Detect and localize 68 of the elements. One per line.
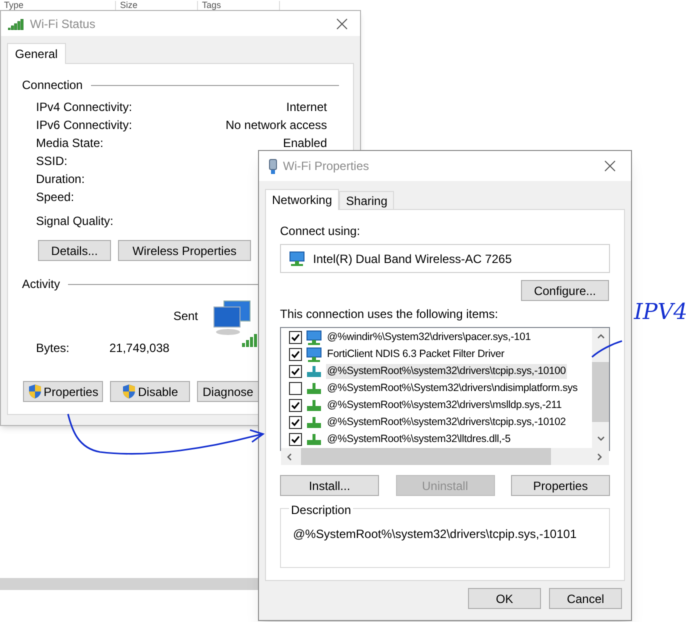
checkbox[interactable]: [289, 416, 302, 429]
window-title: Wi-Fi Status: [30, 16, 96, 32]
list-item[interactable]: @%SystemRoot%\System32\drivers\ndisimplatform.sys: [326, 380, 579, 396]
adapter-field: Intel(R) Dual Band Wireless-AC 7265: [280, 244, 610, 273]
list-item[interactable]: @%SystemRoot%\system32\drivers\mslldp.sys,-211: [326, 398, 563, 414]
button[interactable]: Cancel: [549, 588, 622, 609]
list-item[interactable]: @%windir%\System32\drivers\pacer.sys,-101: [326, 330, 532, 346]
checkbox[interactable]: [289, 331, 302, 344]
protocol-icon: [307, 417, 321, 428]
list-item[interactable]: @%SystemRoot%\system32\drivers\tcpip.sys,-10100: [326, 364, 567, 380]
button[interactable]: Properties: [23, 381, 103, 402]
sent-label: Sent: [173, 308, 198, 325]
signal-icon: [8, 18, 24, 30]
field-value: Enabled: [282, 135, 327, 152]
field-label: IPv4 Connectivity:: [36, 99, 132, 116]
field-label: IPv6 Connectivity:: [36, 117, 132, 134]
section-heading: Activity: [22, 276, 60, 293]
list-item[interactable]: @%SystemRoot%\system32\lltdres.dll,-5: [326, 432, 512, 448]
checkbox[interactable]: [289, 365, 302, 378]
horizontal-scrollbar[interactable]: [281, 448, 609, 465]
network-monitor-icon: [306, 346, 322, 362]
button[interactable]: Configure...: [521, 280, 609, 301]
field-label: This connection uses the following items:: [280, 306, 500, 323]
button[interactable]: Properties: [511, 475, 610, 496]
button[interactable]: Details...: [38, 240, 111, 261]
description-text: @%SystemRoot%\system32\drivers\tcpip.sys,-10101: [293, 527, 577, 541]
list-item[interactable]: FortiClient NDIS 6.3 Packet Filter Driver: [326, 346, 506, 362]
field-value: No network access: [226, 117, 327, 134]
button[interactable]: Install...: [280, 475, 379, 496]
annotation-stroke: [591, 340, 622, 358]
field-value: Internet: [286, 99, 327, 116]
window-title: Wi-Fi Properties: [283, 158, 370, 175]
checkbox[interactable]: [289, 399, 302, 412]
network-adapter-icon: [269, 158, 277, 174]
field-label: Speed:: [36, 189, 74, 206]
button[interactable]: OK: [468, 588, 541, 609]
shield-icon: [122, 384, 136, 399]
protocol-icon: [307, 434, 321, 445]
field-label: SSID:: [36, 153, 68, 170]
field-label: Media State:: [36, 135, 104, 152]
shield-icon: [28, 384, 42, 399]
list-item[interactable]: @%SystemRoot%\system32\drivers\tcpip.sys,-10102: [326, 414, 567, 430]
protocol-icon: [307, 383, 321, 394]
button[interactable]: Disable: [110, 381, 190, 402]
protocol-icon: [307, 366, 321, 377]
field-label: Duration:: [36, 171, 85, 188]
tab[interactable]: Sharing: [339, 191, 394, 209]
close-icon[interactable]: [336, 18, 348, 30]
button[interactable]: Diagnose: [197, 381, 259, 402]
checkbox[interactable]: [289, 382, 302, 395]
scroll-thumb[interactable]: [301, 448, 551, 465]
field-label: Signal Quality:: [36, 213, 114, 230]
network-monitor-icon: [289, 250, 305, 266]
tab[interactable]: General: [7, 43, 66, 64]
button[interactable]: Wireless Properties: [118, 240, 251, 261]
close-icon[interactable]: [604, 160, 616, 172]
scroll-thumb[interactable]: [592, 362, 609, 422]
checkbox[interactable]: [289, 348, 302, 361]
tab[interactable]: Networking: [265, 189, 340, 210]
network-monitor-icon: [306, 330, 322, 346]
vertical-scrollbar[interactable]: [592, 328, 609, 448]
handwritten-note: IPV4: [634, 302, 686, 324]
field-label: Bytes:: [36, 340, 70, 357]
protocol-icon: [307, 400, 321, 411]
section-heading: Connection: [22, 77, 83, 94]
field-value: 21,749,038: [109, 340, 170, 357]
field-label: Connect using:: [280, 223, 362, 240]
checkbox[interactable]: [289, 433, 302, 446]
